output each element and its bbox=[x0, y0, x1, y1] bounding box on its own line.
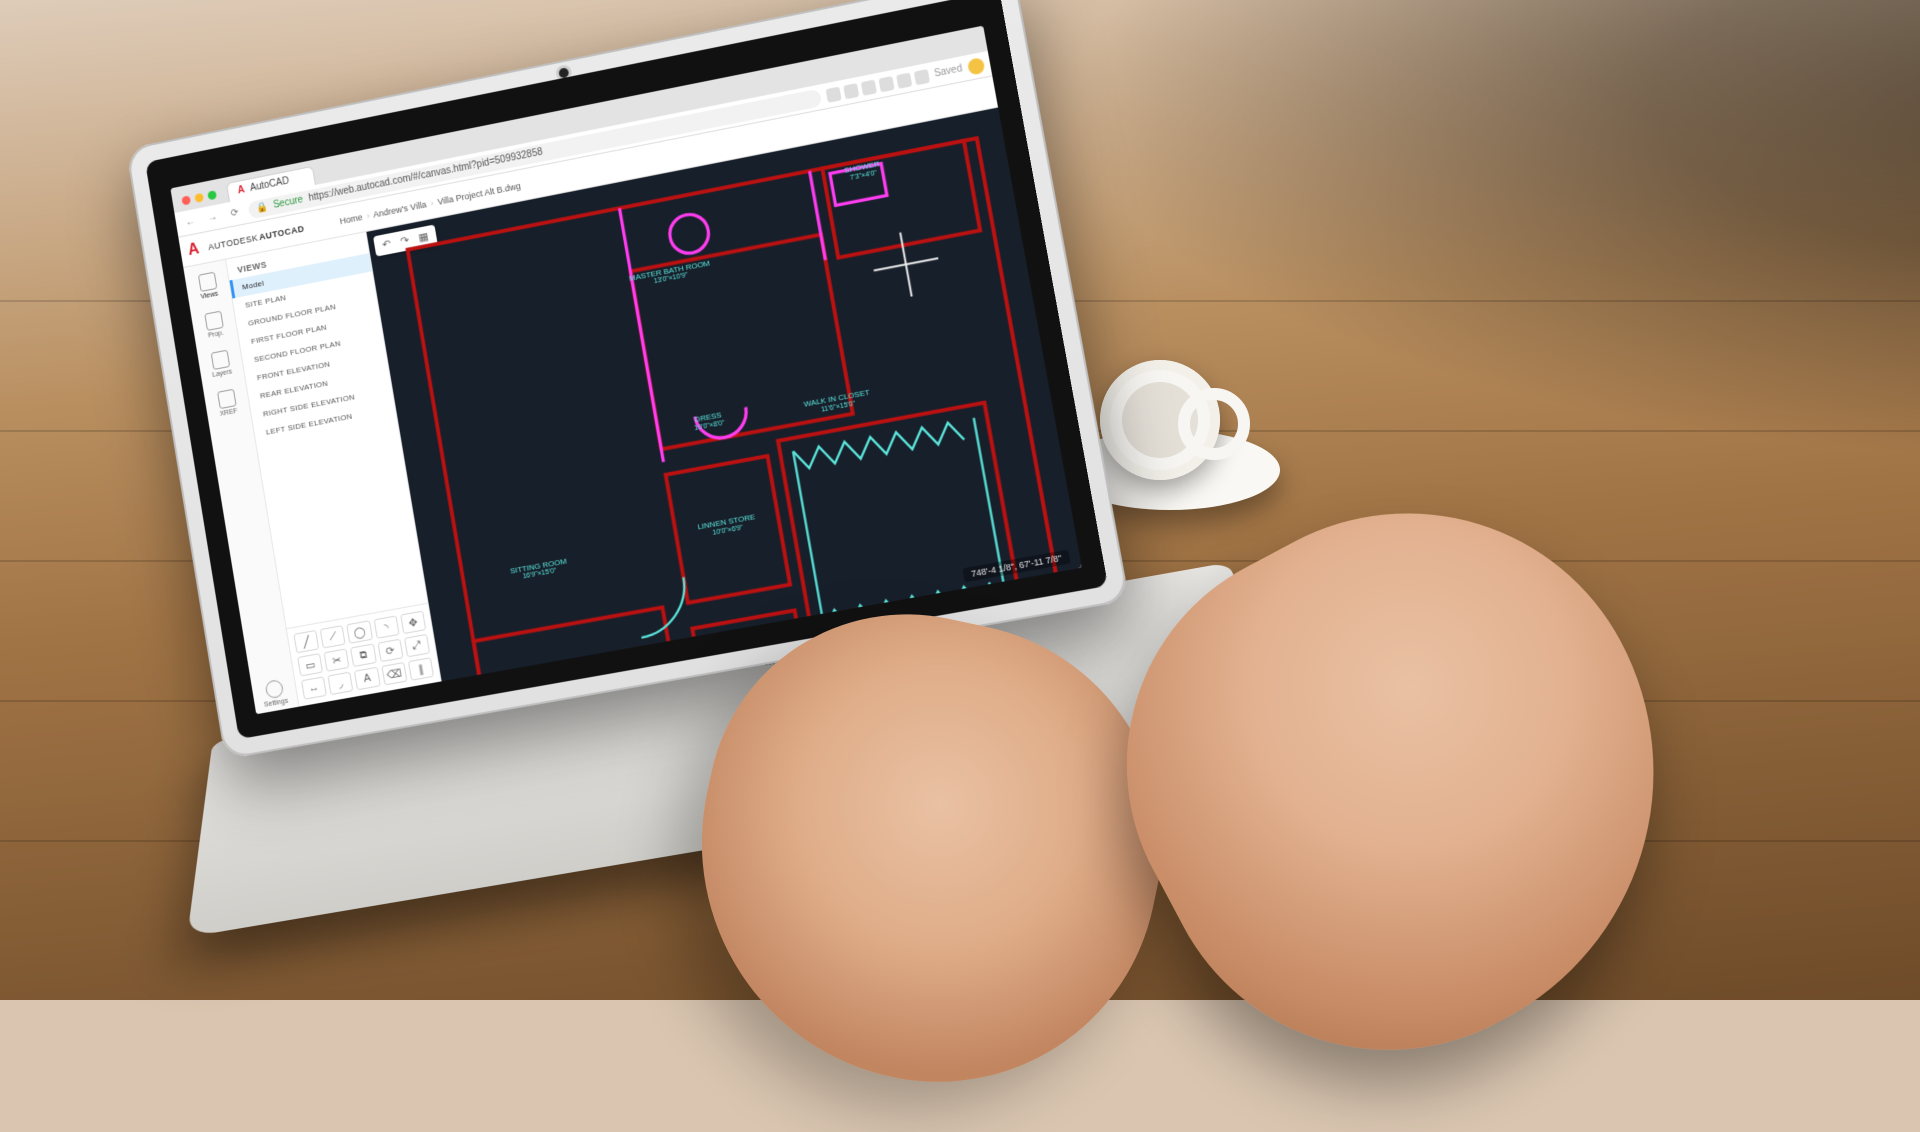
rail-label: Prop. bbox=[208, 330, 225, 340]
text-icon[interactable]: A bbox=[354, 667, 380, 691]
rail-item-properties[interactable]: Prop. bbox=[191, 304, 238, 345]
trim-icon[interactable]: ✂ bbox=[324, 648, 350, 671]
nav-reload-button[interactable]: ⟳ bbox=[225, 203, 245, 223]
rail-item-settings[interactable]: Settings bbox=[251, 673, 299, 714]
circle-icon[interactable]: ◯ bbox=[347, 620, 373, 644]
rotate-icon[interactable]: ⟳ bbox=[377, 639, 403, 663]
extension-icon[interactable] bbox=[825, 86, 841, 102]
breadcrumb-file[interactable]: Villa Project Alt B.dwg bbox=[437, 180, 522, 206]
screen-viewport: A AutoCAD ← → ⟳ 🔒 Secure https://web.aut… bbox=[170, 26, 1082, 715]
gear-icon bbox=[264, 679, 284, 699]
extension-icon[interactable] bbox=[843, 83, 859, 99]
offset-icon[interactable]: ∥ bbox=[408, 657, 434, 681]
properties-icon bbox=[204, 311, 224, 331]
rail-label: XREF bbox=[219, 408, 238, 418]
polyline-icon[interactable]: ⟋ bbox=[320, 625, 346, 648]
layers-icon bbox=[210, 350, 230, 370]
breadcrumb-home[interactable]: Home bbox=[339, 212, 363, 226]
rail-item-views[interactable]: Views bbox=[184, 265, 231, 306]
nav-forward-button[interactable]: → bbox=[203, 208, 223, 228]
move-icon[interactable]: ✥ bbox=[400, 611, 426, 635]
rail-label: Layers bbox=[212, 369, 233, 379]
rail-item-xref[interactable]: XREF bbox=[203, 383, 250, 424]
arc-icon[interactable]: ◝ bbox=[373, 615, 399, 639]
saved-status-label: Saved bbox=[933, 63, 963, 79]
rail-label: Settings bbox=[264, 698, 289, 709]
xref-icon bbox=[217, 389, 237, 409]
close-window-icon[interactable] bbox=[181, 195, 191, 205]
browser-tab-title: AutoCAD bbox=[249, 176, 290, 194]
security-label: Secure bbox=[273, 194, 304, 210]
rectangle-icon[interactable]: ▭ bbox=[297, 653, 323, 676]
minimize-window-icon[interactable] bbox=[194, 193, 204, 203]
scale-icon[interactable]: ⤢ bbox=[404, 634, 430, 658]
fillet-icon[interactable]: ◞ bbox=[328, 672, 354, 695]
extension-icon[interactable] bbox=[860, 79, 876, 95]
lock-icon: 🔒 bbox=[255, 201, 268, 214]
mirror-icon[interactable]: ⧉ bbox=[350, 643, 376, 667]
rail-item-layers[interactable]: Layers bbox=[197, 343, 244, 384]
erase-icon[interactable]: ⌫ bbox=[381, 662, 407, 686]
autodesk-logo-icon: A bbox=[187, 240, 201, 259]
views-icon bbox=[197, 272, 217, 292]
extension-icon[interactable] bbox=[878, 76, 894, 92]
breadcrumb-project[interactable]: Andrew's Villa bbox=[372, 199, 427, 219]
rail-label: Views bbox=[200, 291, 218, 301]
nav-back-button[interactable]: ← bbox=[181, 212, 200, 232]
extension-icon[interactable] bbox=[896, 72, 912, 88]
line-icon[interactable]: ╱ bbox=[293, 630, 319, 653]
extension-icon[interactable] bbox=[913, 69, 929, 85]
dim-icon[interactable]: ↔ bbox=[301, 676, 327, 699]
user-avatar[interactable] bbox=[967, 57, 986, 76]
autocad-favicon-icon: A bbox=[237, 185, 245, 197]
fullscreen-window-icon[interactable] bbox=[207, 190, 217, 200]
